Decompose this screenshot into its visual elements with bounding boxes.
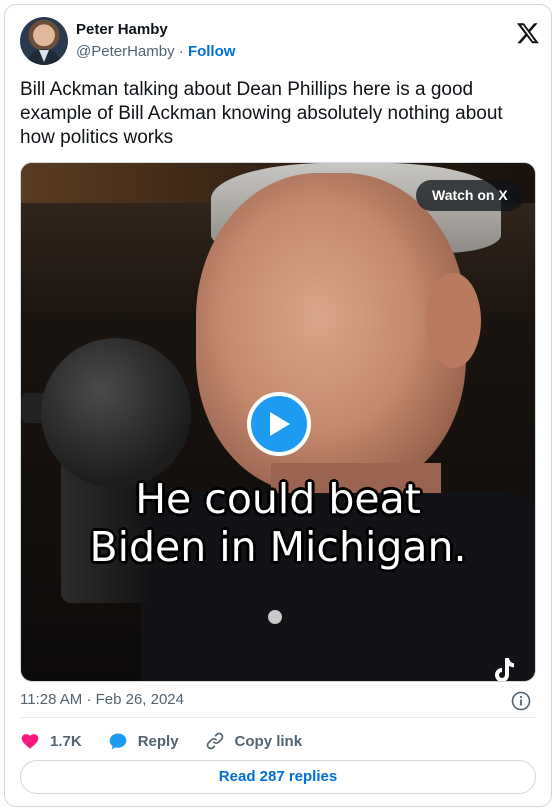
tweet-embed-card: Peter Hamby @PeterHamby · Follow Bill Ac… (4, 4, 552, 807)
tiktok-icon (495, 658, 514, 681)
follow-button[interactable]: Follow (188, 43, 236, 60)
avatar[interactable] (20, 17, 68, 65)
author-handle-row: @PeterHamby · Follow (76, 43, 235, 60)
video-frame-microphone (41, 338, 191, 488)
play-button[interactable] (247, 392, 311, 456)
tweet-actions: 1.7K Reply Copy link (20, 729, 328, 753)
tweet-text: Bill Ackman talking about Dean Phillips … (20, 79, 503, 148)
handle-separator: · (178, 43, 184, 60)
tweet-header: Peter Hamby @PeterHamby · Follow (20, 17, 540, 69)
tweet-timestamp[interactable]: 11:28 AM · Feb 26, 2024 (20, 691, 184, 708)
video-frame-shirt-button (268, 610, 282, 624)
play-icon (270, 412, 290, 436)
read-replies-button[interactable]: Read 287 replies (20, 760, 536, 794)
caption-line-2: Biden in Michigan. (89, 523, 467, 571)
reply-button[interactable]: Reply (108, 731, 179, 751)
copy-link-label: Copy link (234, 732, 303, 750)
video-caption: He could beat Biden in Michigan. (21, 475, 535, 571)
link-icon (206, 732, 223, 750)
author-handle[interactable]: @PeterHamby (76, 43, 175, 60)
video-player[interactable]: Watch on X He could beat Biden in Michig… (20, 162, 536, 682)
copy-link-button[interactable]: Copy link (205, 731, 303, 751)
reply-label: Reply (137, 732, 179, 750)
x-logo-icon[interactable] (516, 21, 540, 45)
watch-on-x-button[interactable]: Watch on X (416, 180, 524, 211)
like-button[interactable]: 1.7K (20, 731, 82, 751)
info-icon[interactable] (511, 691, 531, 711)
caption-line-1: He could beat (135, 475, 421, 523)
reply-bubble-icon (109, 733, 127, 750)
like-count: 1.7K (50, 732, 82, 750)
divider (20, 717, 536, 718)
heart-icon (21, 734, 39, 749)
author-name[interactable]: Peter Hamby (76, 21, 168, 38)
video-frame-ear (426, 273, 481, 368)
video-frame-face (196, 173, 466, 493)
